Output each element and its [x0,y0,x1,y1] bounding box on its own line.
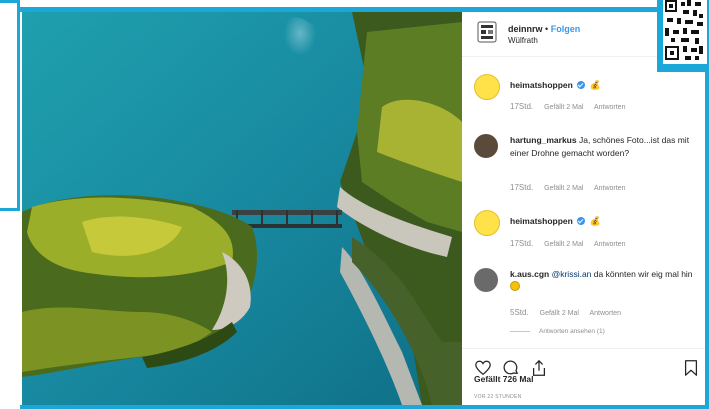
comment-avatar[interactable] [474,268,498,292]
comment-body: heimatshoppen 💰 [510,215,693,228]
post-photo[interactable] [22,12,462,405]
view-replies-button[interactable]: Antworten ansehen (1) [510,328,605,335]
frame-right-line [705,72,709,409]
reply-button[interactable]: Antworten [594,241,626,248]
comment-time[interactable]: 17Std. [510,102,533,111]
moneybag-icon: 💰 [589,80,601,90]
moneybag-icon: 💰 [589,216,601,226]
comment-meta: 5Std. Gefällt 2 Mal Antworten [510,308,630,317]
separator: • [545,24,549,34]
verified-icon [577,217,586,225]
comment-likes[interactable]: Gefällt 2 Mal [544,241,583,248]
comment-avatar[interactable] [474,210,500,236]
comment-meta: 17Std. Gefällt 2 Mal Antworten [510,239,634,248]
comment-body: hartung_markus Ja, schönes Foto...ist da… [510,134,693,160]
comment-likes[interactable]: Gefällt 2 Mal [544,185,583,192]
comment-avatar[interactable] [474,74,500,100]
avatar[interactable] [476,21,498,43]
qr-code-icon [663,0,707,64]
emoji-icon [510,281,520,291]
author-username[interactable]: deinnrw [508,24,543,34]
qr-code-frame [657,0,709,72]
comment-text: da könnten wir eig mal hin [593,269,693,279]
reply-button[interactable]: Antworten [594,104,626,111]
comment-likes[interactable]: Gefällt 2 Mal [540,310,579,317]
bookmark-icon[interactable] [682,359,700,377]
comment-username[interactable]: hartung_markus [510,135,577,145]
comment-username[interactable]: heimatshoppen [510,216,573,226]
like-count[interactable]: Gefällt 726 Mal [474,374,534,384]
comment-meta: 17Std. Gefällt 2 Mal Antworten [510,183,634,192]
comment-time[interactable]: 5Std. [510,308,529,317]
reply-button[interactable]: Antworten [594,185,626,192]
comment-mention[interactable]: @krissi.an [552,269,592,279]
comment-likes[interactable]: Gefällt 2 Mal [544,104,583,111]
frame-left-line [17,0,20,210]
post-author: deinnrw • Folgen [508,24,580,34]
frame-left-connector [0,208,20,211]
verified-icon [577,81,586,89]
comment-username[interactable]: heimatshoppen [510,80,573,90]
comment-body: heimatshoppen 💰 [510,79,693,92]
reply-button[interactable]: Antworten [590,310,622,317]
comment-body: k.aus.cgn @krissi.an da könnten wir eig … [510,268,693,294]
post-timestamp: VOR 22 STUNDEN [474,394,522,400]
comment-meta: 17Std. Gefällt 2 Mal Antworten [510,102,634,111]
post-location[interactable]: Wülfrath [508,36,538,45]
comment-username[interactable]: k.aus.cgn [510,269,549,279]
follow-button[interactable]: Folgen [551,24,581,34]
comment-avatar[interactable] [474,134,498,158]
comment-time[interactable]: 17Std. [510,183,533,192]
comment-time[interactable]: 17Std. [510,239,533,248]
